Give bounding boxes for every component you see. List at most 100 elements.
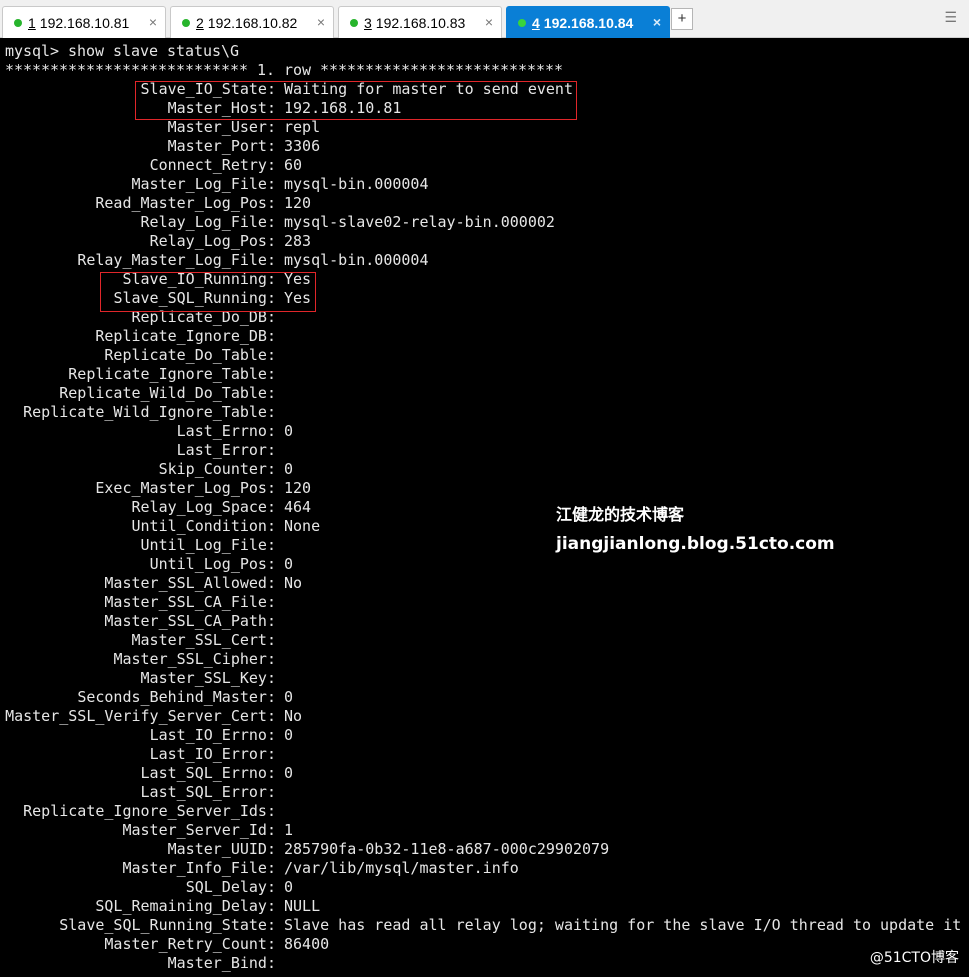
- tab-session-1[interactable]: 1 192.168.10.81 ×: [2, 6, 166, 38]
- status-field-label: Connect_Retry:: [149, 156, 276, 174]
- watermark-title: 江健龙的技术博客: [556, 505, 685, 524]
- tab-host: 192.168.10.84: [543, 14, 634, 31]
- status-field-label: Replicate_Wild_Do_Table:: [59, 384, 276, 402]
- status-field-row: SQL_Remaining_Delay: NULL: [0, 897, 969, 916]
- status-field-row: Relay_Log_Space: 464: [0, 498, 969, 517]
- status-field-label: Master_Retry_Count:: [104, 935, 276, 953]
- status-field-row: Master_SSL_Allowed: No: [0, 574, 969, 593]
- status-field-label: SQL_Delay:: [185, 878, 276, 896]
- status-field-value: 285790fa-0b32-11e8-a687-000c29902079: [284, 840, 610, 858]
- status-field-label: Replicate_Wild_Ignore_Table:: [23, 403, 276, 421]
- status-field-row: Relay_Log_File: mysql-slave02-relay-bin.0…: [0, 213, 969, 232]
- status-field-row: Master_User: repl: [0, 118, 969, 137]
- status-field-row: Master_Retry_Count: 86400: [0, 935, 969, 954]
- status-field-row: Replicate_Ignore_DB:: [0, 327, 969, 346]
- status-field-row: Exec_Master_Log_Pos: 120: [0, 479, 969, 498]
- status-field-label: Last_IO_Error:: [149, 745, 276, 763]
- close-tab-icon[interactable]: ×: [653, 14, 661, 30]
- terminal-window[interactable]: mysql> show slave status\G *************…: [0, 38, 969, 977]
- highlight-box-running: [100, 272, 316, 312]
- terminal-command: mysql> show slave status\G: [5, 42, 240, 60]
- status-field-value: 0: [284, 878, 294, 896]
- status-field-value: 0: [284, 555, 294, 573]
- session-tabs: 1 192.168.10.81 × 2 192.168.10.82 × 3 192.168.1…: [0, 6, 674, 38]
- close-tab-icon[interactable]: ×: [485, 14, 493, 30]
- tab-session-2[interactable]: 2 192.168.10.82 ×: [170, 6, 334, 38]
- connection-status-icon: [14, 18, 22, 27]
- status-field-label: Replicate_Ignore_Server_Ids:: [23, 802, 276, 820]
- status-field-row: Master_Port: 3306: [0, 137, 969, 156]
- status-field-value: 464: [284, 498, 312, 516]
- status-field-row: Master_Info_File: /var/lib/mysql/master.i…: [0, 859, 969, 878]
- status-field-value: 1: [284, 821, 294, 839]
- status-field-label: Last_Errno:: [176, 422, 276, 440]
- tab-host: 192.168.10.82: [207, 14, 298, 31]
- status-field-label: Relay_Log_Pos:: [149, 232, 276, 250]
- close-tab-icon[interactable]: ×: [149, 14, 157, 30]
- status-field-value: 0: [284, 688, 294, 706]
- status-field-row: Connect_Retry: 60: [0, 156, 969, 175]
- status-field-value: None: [284, 517, 321, 535]
- status-field-row: Master_Server_Id: 1: [0, 821, 969, 840]
- status-field-row: Replicate_Ignore_Server_Ids:: [0, 802, 969, 821]
- status-field-label: Relay_Log_File:: [140, 213, 276, 231]
- status-field-label: Slave_SQL_Running_State:: [59, 916, 276, 934]
- status-field-row: Until_Log_Pos: 0: [0, 555, 969, 574]
- status-field-value: 0: [284, 422, 294, 440]
- status-field-row: Last_Errno: 0: [0, 422, 969, 441]
- status-field-value: mysql-bin.000004: [284, 175, 429, 193]
- status-field-value: 283: [284, 232, 312, 250]
- status-field-label: Seconds_Behind_Master:: [77, 688, 276, 706]
- status-field-row: SQL_Delay: 0: [0, 878, 969, 897]
- status-field-label: Master_SSL_CA_File:: [104, 593, 276, 611]
- status-field-label: Until_Condition:: [131, 517, 277, 535]
- status-field-row: Relay_Log_Pos: 283: [0, 232, 969, 251]
- status-field-label: Master_SSL_Key:: [140, 669, 276, 687]
- status-field-label: Replicate_Ignore_DB:: [95, 327, 276, 345]
- status-field-label: Until_Log_Pos:: [149, 555, 276, 573]
- status-field-row: Slave_SQL_Running_State: Slave has read a…: [0, 916, 969, 935]
- status-field-row: Master_Bind:: [0, 954, 969, 973]
- status-field-value: 60: [284, 156, 303, 174]
- tab-number: 1: [28, 14, 36, 31]
- status-field-label: Master_Log_File:: [131, 175, 277, 193]
- status-field-label: Master_Info_File:: [122, 859, 276, 877]
- status-field-label: Master_SSL_Cert:: [131, 631, 277, 649]
- status-field-value: 120: [284, 194, 312, 212]
- status-field-value: mysql-bin.000004: [284, 251, 429, 269]
- status-field-row: Replicate_Ignore_Table:: [0, 365, 969, 384]
- connection-status-icon: [350, 18, 358, 27]
- close-tab-icon[interactable]: ×: [317, 14, 325, 30]
- status-field-row: Seconds_Behind_Master: 0: [0, 688, 969, 707]
- status-field-label: Master_SSL_Cipher:: [113, 650, 276, 668]
- status-field-label: Until_Log_File:: [140, 536, 276, 554]
- status-field-row: Master_SSL_CA_Path:: [0, 612, 969, 631]
- status-field-label: Master_SSL_Verify_Server_Cert:: [5, 707, 276, 725]
- status-field-label: Replicate_Do_Table:: [104, 346, 276, 364]
- status-field-row: Relay_Master_Log_File: mysql-bin.000004: [0, 251, 969, 270]
- status-field-value: 120: [284, 479, 312, 497]
- status-field-label: Skip_Counter:: [158, 460, 276, 478]
- status-field-row: Replicate_Do_Table:: [0, 346, 969, 365]
- terminal-row-header: *************************** 1. row *****…: [5, 61, 564, 79]
- tab-host: 192.168.10.81: [39, 14, 130, 31]
- watermark-corner: @51CTO博客: [869, 950, 959, 966]
- status-field-row: Replicate_Wild_Ignore_Table:: [0, 403, 969, 422]
- tab-session-4[interactable]: 4 192.168.10.84 ×: [506, 6, 670, 38]
- status-field-label: Master_UUID:: [167, 840, 276, 858]
- tab-number: 3: [364, 14, 372, 31]
- status-field-row: Last_IO_Errno: 0: [0, 726, 969, 745]
- status-field-value: mysql-slave02-relay-bin.000002: [284, 213, 555, 231]
- new-tab-button[interactable]: +: [671, 8, 693, 30]
- status-field-value: NULL: [284, 897, 321, 915]
- status-field-value: /var/lib/mysql/master.info: [284, 859, 519, 877]
- status-field-row: Master_SSL_Key:: [0, 669, 969, 688]
- connection-status-icon: [182, 18, 190, 27]
- tab-bar: 1 192.168.10.81 × 2 192.168.10.82 × 3 192.168.1…: [0, 0, 969, 38]
- status-field-row: Master_UUID: 285790fa-0b32-11e8-a687-000c…: [0, 840, 969, 859]
- status-field-row: Last_Error:: [0, 441, 969, 460]
- tab-session-3[interactable]: 3 192.168.10.83 ×: [338, 6, 502, 38]
- status-field-row: Last_SQL_Errno: 0: [0, 764, 969, 783]
- status-field-label: Master_Server_Id:: [122, 821, 276, 839]
- tab-menu-icon[interactable]: ☰: [944, 9, 957, 26]
